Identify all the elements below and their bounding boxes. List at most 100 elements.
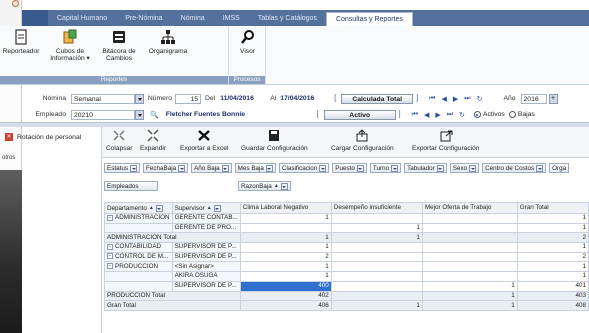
data-cell[interactable]: 1 (239, 213, 332, 224)
collapse-icon[interactable]: − (107, 253, 113, 260)
data-cell[interactable]: 1 (516, 213, 589, 224)
data-cell[interactable]: 2 (239, 251, 332, 263)
fecha-fin-field[interactable]: 17/04/2016 (278, 94, 330, 104)
tab-file[interactable] (22, 10, 48, 26)
data-cell[interactable]: 1 (516, 271, 589, 282)
visor-button[interactable]: Visor (233, 29, 262, 55)
tab-imss[interactable]: IMSS (214, 10, 249, 26)
field-anio-baja[interactable]: Año Baja (191, 163, 232, 173)
row-supervisor[interactable]: SUPERVISOR DE P... (171, 280, 241, 292)
data-cell[interactable] (421, 222, 518, 234)
filter-dropdown-icon[interactable] (280, 182, 288, 190)
empleado-dropdown-icon[interactable] (135, 109, 144, 120)
column-header[interactable]: Gran Total (516, 202, 589, 214)
colapsar-button[interactable]: Colapsar (106, 129, 132, 152)
table-row[interactable]: − CONTABILIDAD SUPERVISOR DE P... 1 1 (104, 242, 589, 253)
data-cell[interactable] (421, 271, 518, 282)
data-cell[interactable]: 1 (516, 222, 589, 234)
row-supervisor[interactable]: AKIRA OSUGA (171, 271, 241, 282)
data-cell[interactable]: 1 (330, 232, 423, 244)
exportar-excel-button[interactable]: Exportar a Excel (180, 129, 228, 152)
row-field-supervisor[interactable]: Supervisor ▲ (171, 202, 241, 214)
filter-dropdown-icon[interactable] (178, 164, 186, 172)
table-row[interactable]: PRODUCCION Total 402 1 403 (104, 290, 589, 302)
field-orga[interactable]: Orga (549, 163, 570, 173)
data-cell[interactable] (421, 242, 518, 253)
field-empleados[interactable]: Empleados (104, 181, 158, 191)
field-tabulador[interactable]: Tabulador (404, 163, 447, 173)
close-icon[interactable]: ✕ (5, 133, 13, 141)
tab-capital-humano[interactable]: Capital Humano (48, 10, 116, 26)
table-row[interactable]: − PRODUCCION <Sin Asignar> 1 1 (104, 261, 589, 273)
collapse-icon[interactable]: − (107, 243, 113, 250)
data-cell[interactable]: 1 (421, 280, 518, 292)
data-cell[interactable]: 401 (516, 280, 589, 292)
row-field-departamento[interactable]: Departamento ▲ (104, 202, 173, 214)
table-row[interactable]: Gran Total 406 1 1 408 (104, 300, 589, 311)
data-cell[interactable]: 1 (330, 300, 423, 311)
nomina-select[interactable]: Semanal (71, 93, 135, 104)
filter-dropdown-icon[interactable] (319, 164, 327, 172)
filter-dropdown-icon[interactable] (130, 164, 137, 172)
emp-prev-icon[interactable]: ◀ (424, 111, 429, 119)
data-cell[interactable] (330, 242, 423, 253)
data-cell[interactable]: 2 (516, 232, 589, 244)
emp-last-icon[interactable]: ⏭ (447, 111, 453, 119)
data-cell[interactable]: 406 (239, 300, 332, 311)
data-cell[interactable] (330, 271, 423, 282)
data-cell[interactable] (421, 232, 518, 244)
field-centro-costos[interactable]: Centro de Costos (482, 163, 547, 173)
row-supervisor[interactable]: GERENTE CONTAB... (171, 213, 241, 224)
column-header[interactable]: Desempeño insuficiente (330, 202, 423, 214)
data-cell[interactable] (421, 213, 518, 224)
filter-dropdown-icon[interactable] (265, 164, 273, 172)
field-turno[interactable]: Turno (369, 163, 402, 173)
sidebar-item-rotacion-personal[interactable]: ✕ Rotación de personal (5, 133, 81, 141)
row-supervisor[interactable]: GERENTE DE PRO... (171, 222, 241, 234)
data-cell[interactable] (421, 251, 518, 263)
row-department[interactable]: − ADMINISTRACION (104, 213, 173, 224)
data-cell[interactable] (239, 222, 332, 234)
data-cell[interactable] (330, 261, 423, 273)
filter-dropdown-icon[interactable] (221, 164, 229, 172)
filter-dropdown-icon[interactable] (155, 204, 163, 212)
data-cell[interactable]: 1 (516, 261, 589, 273)
data-cell[interactable]: 400 (239, 280, 332, 292)
filter-dropdown-icon[interactable] (391, 164, 399, 172)
data-cell[interactable]: 1 (421, 300, 518, 311)
field-razonbaja[interactable]: RazonBaja ▲ (238, 181, 291, 191)
data-cell[interactable]: 1 (239, 232, 332, 244)
empleado-id-field[interactable]: 20210 (71, 109, 135, 120)
emp-first-icon[interactable]: ⏮ (412, 111, 418, 119)
organigrama-button[interactable]: Organigrama (146, 29, 190, 55)
data-cell[interactable]: 1 (421, 290, 518, 302)
table-row[interactable]: ADMINISTRACION Total 1 1 2 (104, 232, 589, 244)
row-department[interactable]: − CONTABILIDAD (104, 242, 173, 253)
cargar-configuracion-button[interactable]: Cargar Configuración (331, 129, 394, 152)
filter-dropdown-icon[interactable] (436, 164, 444, 172)
cubos-informacion-button[interactable]: Cubos de Información ▾ (48, 29, 92, 62)
emp-next-icon[interactable]: ▶ (435, 111, 440, 119)
data-cell[interactable] (330, 290, 423, 302)
tab-nomina[interactable]: Nómina (172, 10, 214, 26)
row-department[interactable]: − CONTROL DE M... (104, 251, 173, 263)
field-estatus[interactable]: Estatus (104, 163, 140, 173)
field-clasificacion[interactable]: Clasificacion (278, 163, 330, 173)
filter-dropdown-icon[interactable] (469, 164, 477, 172)
data-cell[interactable]: 1 (239, 271, 332, 282)
data-cell[interactable]: 408 (516, 300, 589, 311)
expandir-button[interactable]: Expandir (140, 129, 166, 152)
data-cell[interactable]: 402 (239, 290, 332, 302)
row-department[interactable]: − PRODUCCION (104, 261, 173, 273)
row-supervisor[interactable]: <Sin Asignar> (171, 261, 241, 273)
anio-field[interactable]: 2016 (520, 93, 547, 104)
data-cell[interactable] (330, 213, 423, 224)
collapse-icon[interactable]: − (107, 263, 113, 270)
refresh-icon[interactable]: ↻ (477, 95, 483, 103)
fecha-inicio-field[interactable]: 11/04/2016 (218, 94, 268, 104)
data-cell[interactable] (330, 280, 423, 292)
bitacora-cambios-button[interactable]: Bitácora de Cambios (98, 29, 140, 62)
table-row[interactable]: − ADMINISTRACION GERENTE CONTAB... 1 1 (104, 213, 589, 224)
data-cell[interactable] (421, 261, 518, 273)
data-cell[interactable]: 403 (516, 290, 589, 302)
